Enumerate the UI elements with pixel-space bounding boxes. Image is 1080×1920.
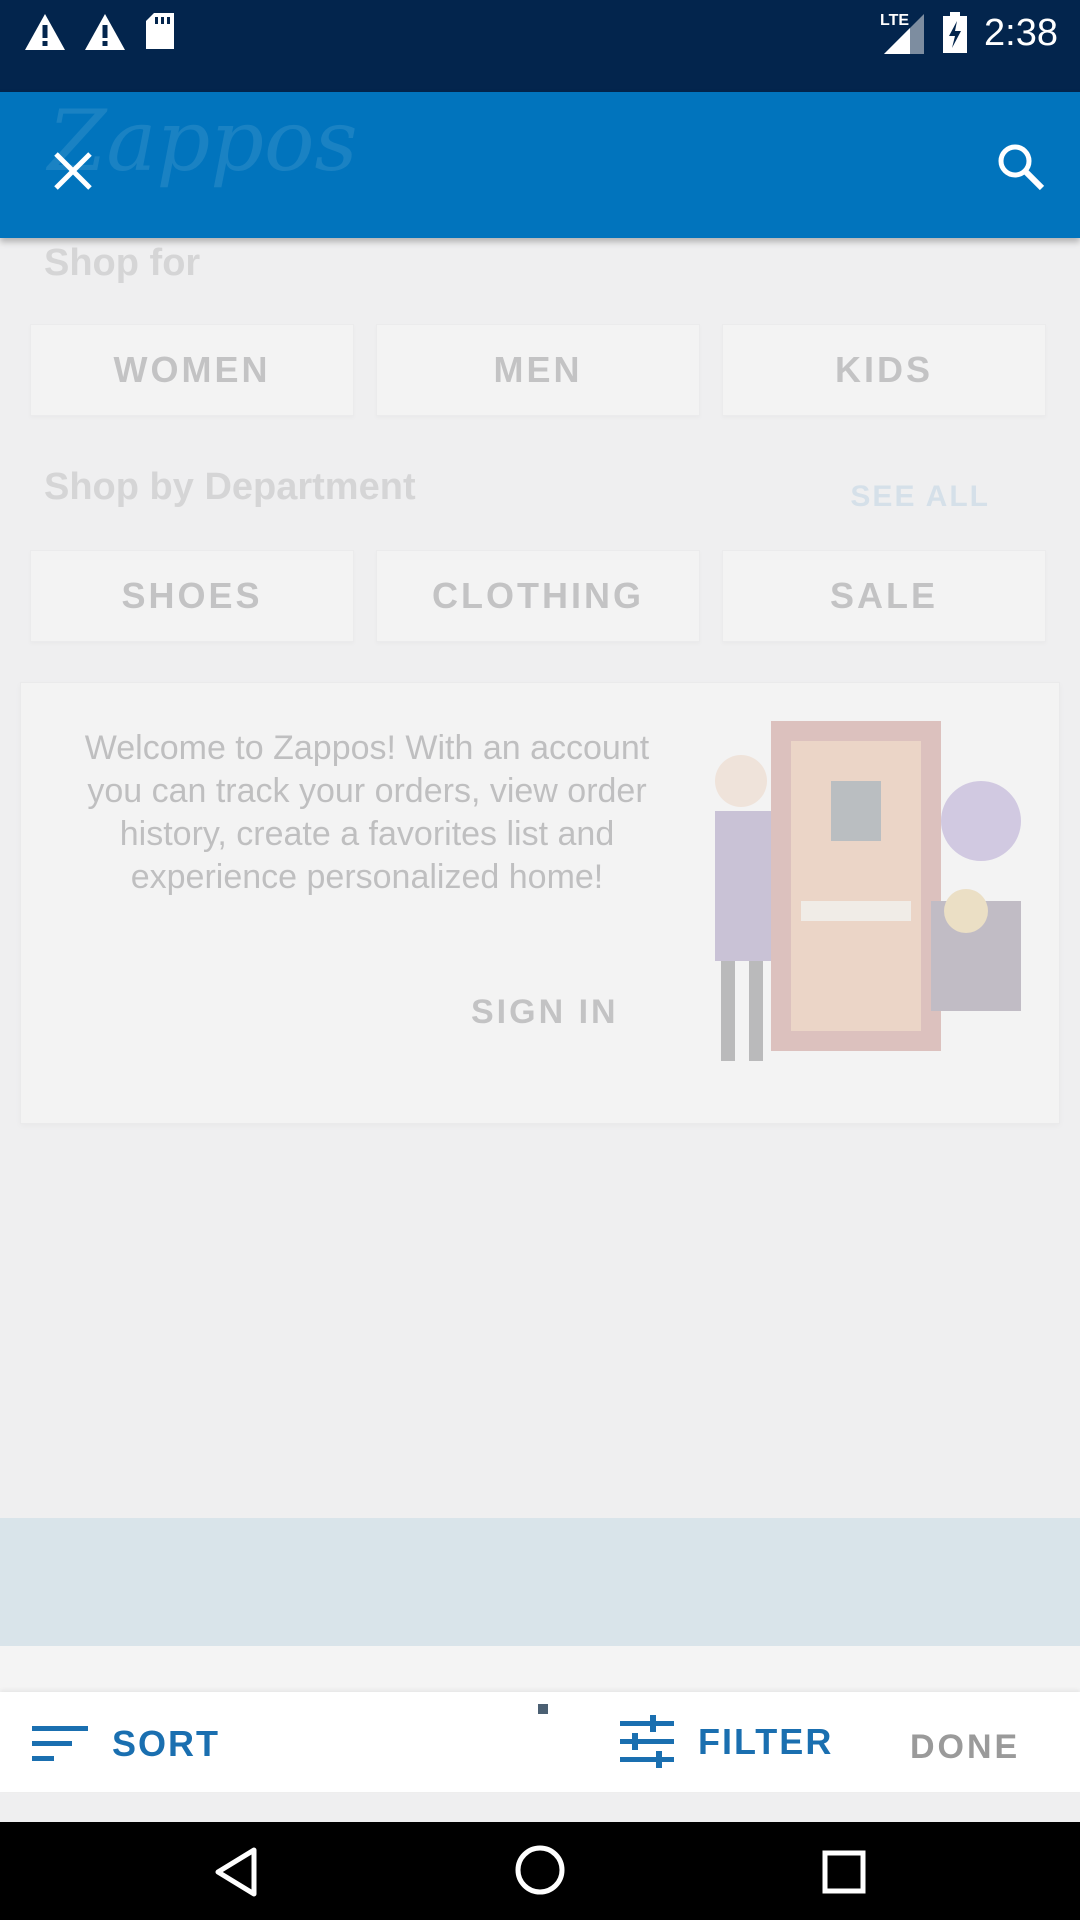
- welcome-illustration: [715, 721, 1021, 1061]
- sign-in-link: SIGN IN: [471, 993, 619, 1031]
- filter-icon: [620, 1715, 674, 1768]
- back-icon[interactable]: [212, 1846, 260, 1898]
- recents-icon[interactable]: [822, 1850, 866, 1894]
- close-icon: [54, 152, 92, 190]
- drag-handle[interactable]: [538, 1704, 548, 1714]
- system-icons: LTE 2:38: [880, 10, 1058, 56]
- shop-for-title: Shop for: [44, 242, 201, 284]
- status-bar: LTE 2:38: [0, 0, 1080, 92]
- welcome-card: Welcome to Zappos! With an account you c…: [20, 682, 1060, 1124]
- welcome-text: Welcome to Zappos! With an account you c…: [84, 729, 650, 896]
- sd-card-icon: [146, 13, 174, 49]
- department-sale: SALE: [722, 550, 1046, 642]
- filter-label: FILTER: [698, 1721, 834, 1762]
- sort-icon: [32, 1726, 88, 1761]
- notification-icons: [24, 12, 176, 52]
- search-button[interactable]: [992, 138, 1050, 196]
- sort-button[interactable]: SORT: [30, 1712, 220, 1776]
- sort-label: SORT: [112, 1723, 221, 1764]
- app-bar: Zappos: [0, 92, 1080, 238]
- background-content: Shop for WOMEN MEN KIDS Shop by Departme…: [0, 238, 1080, 1518]
- sort-filter-bar: SORT FILTER DONE: [0, 1692, 1080, 1792]
- clock: 2:38: [984, 11, 1058, 54]
- department-clothing: CLOTHING: [376, 550, 700, 642]
- shop-for-women: WOMEN: [30, 324, 354, 416]
- department-see-all: SEE ALL: [850, 480, 990, 513]
- system-nav-bar: [0, 1822, 1080, 1920]
- search-icon: [998, 144, 1045, 191]
- signal-icon: LTE: [880, 10, 926, 56]
- promo-banner: [0, 1518, 1080, 1646]
- close-button[interactable]: [44, 142, 102, 200]
- shop-for-men: MEN: [376, 324, 700, 416]
- department-shoes: SHOES: [30, 550, 354, 642]
- warning-icon: [85, 14, 125, 50]
- done-button[interactable]: DONE: [910, 1728, 1020, 1767]
- filter-button[interactable]: FILTER: [618, 1710, 833, 1774]
- department-title: Shop by Department: [44, 466, 416, 508]
- shop-for-kids: KIDS: [722, 324, 1046, 416]
- battery-charging-icon: [943, 12, 968, 53]
- warning-icon: [25, 14, 65, 50]
- home-icon[interactable]: [514, 1844, 566, 1896]
